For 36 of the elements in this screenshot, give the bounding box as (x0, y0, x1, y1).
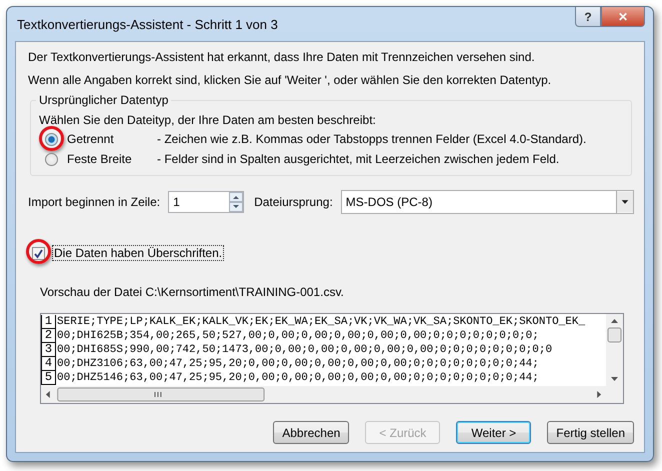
preview-title: Vorschau der Datei C:\Kernsortiment\TRAINING-001.csv. (40, 285, 345, 299)
option-label[interactable]: Getrennt (67, 132, 157, 146)
preview-line: 00;DHI685S;990,00;742,50;1473,00;0,00;0,00;0,00;0,00;0,00;0;0;0;0;0;0;0;0;0 (56, 343, 552, 357)
start-row-spinner[interactable]: 1 (168, 191, 244, 213)
window-title: Textkonvertierungs-Assistent - Schritt 1 von 3 (16, 16, 278, 32)
line-number: 4 (41, 357, 56, 371)
radio-button[interactable] (45, 132, 58, 146)
line-number: 1 (41, 315, 56, 329)
option-description: - Zeichen wie z.B. Kommas oder Tabstopps trennen Felder (Excel 4.0-Standard). (157, 132, 586, 146)
dropdown-arrow-icon[interactable] (616, 191, 633, 213)
line-number: 5 (41, 371, 56, 385)
preview-line: 00;DHZ3106;63,00;47,25;95,20;0,00;0,00;0,00;0,00;0,00;0;0;0;0;0;0;0;0;44; (56, 357, 539, 371)
file-origin-dropdown[interactable]: MS-DOS (PC-8) (340, 190, 634, 214)
line-number: 2 (41, 329, 56, 343)
radio-button[interactable] (45, 152, 58, 166)
dialog-button[interactable]: Weiter > (456, 421, 532, 444)
horizontal-scrollbar[interactable] (41, 386, 606, 403)
spin-arrows-icon[interactable] (229, 192, 244, 212)
preview-line: SERIE;TYPE;LP;KALK_EK;KALK_VK;EK;EK_WA;EK_SA;VK;VK_WA;VK_SA;SKONTO_EK;SKONTO_EK_ (56, 315, 586, 329)
line-number: 3 (41, 343, 56, 357)
file-origin-label: Dateiursprung: (254, 195, 333, 209)
vertical-scrollbar[interactable] (606, 314, 623, 386)
instruction-text: Wenn alle Angaben korrekt sind, klicken Sie auf 'Weiter ', oder wählen Sie den korrekten Datentyp. (28, 73, 552, 87)
start-row-label: Import beginnen in Zeile: (28, 195, 160, 209)
instruction-text: Der Textkonvertierungs-Assistent hat erkannt, dass Ihre Daten mit Trennzeichen versehen sind. (28, 50, 536, 64)
preview-line: 00;DHZ5146;63,00;47,25;95,20;0,00;0,00;0,00;0,00;0,00;0;0;0;0;0;0;0;0;44; (56, 371, 539, 385)
group-title: Ursprünglicher Datentyp (36, 93, 172, 107)
preview-line: 00;DHI625B;354,00;265,50;527,00;0,00;0,00;0,00;0,00;0,00;0;0;0;0;0;0;0;0; (56, 329, 539, 343)
option-description: - Felder sind in Spalten ausgerichtet, mit Leerzeichen zwischen jedem Feld. (157, 152, 560, 166)
option-label[interactable]: Feste Breite (67, 152, 157, 166)
dialog-button[interactable]: Abbrechen (273, 421, 350, 444)
checkbox[interactable] (32, 246, 45, 260)
checkbox-label[interactable]: Die Daten haben Überschriften. (52, 245, 224, 261)
dialog-button[interactable]: Fertig stellen (547, 421, 634, 444)
help-button[interactable]: ? (575, 7, 601, 27)
group-prompt: Wählen Sie den Dateityp, der Ihre Daten am besten beschreibt: (39, 113, 376, 127)
